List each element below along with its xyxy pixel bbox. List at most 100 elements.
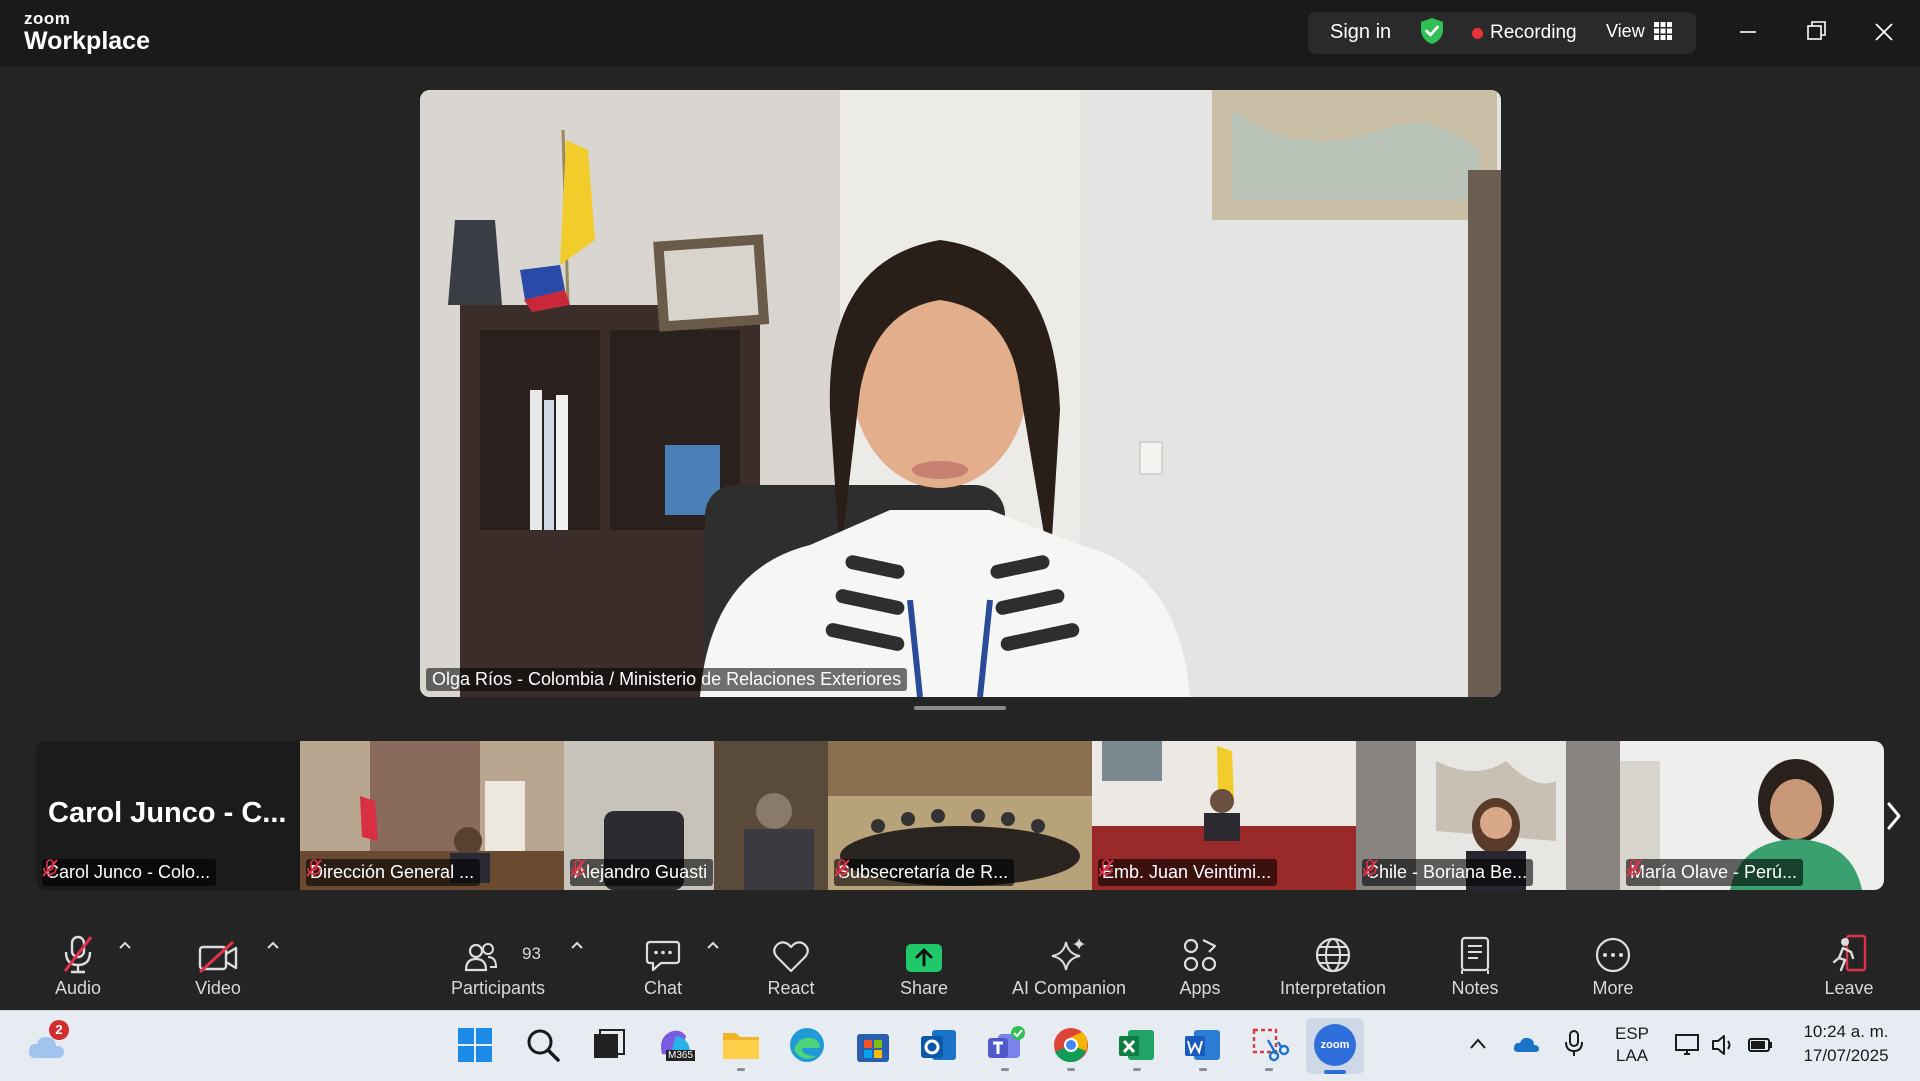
outlook-icon[interactable] [918,1024,960,1066]
ai-companion-button[interactable]: AI Companion [1004,928,1134,999]
microsoft-store-icon[interactable] [852,1024,894,1066]
search-icon[interactable] [522,1024,564,1066]
participant-name-label: Dirección General ... [306,859,481,886]
excel-icon[interactable] [1116,1024,1158,1066]
chevron-right-icon[interactable] [1884,796,1904,836]
task-view-icon[interactable] [588,1024,630,1066]
video-label: Video [195,978,241,998]
m365-copilot-app[interactable]: M365 [654,1024,696,1066]
react-label: React [767,978,815,998]
participant-name: Subsecretaría de R... [838,862,1009,882]
chrome-icon[interactable] [1050,1024,1092,1066]
audio-button[interactable]: Audio [40,928,116,999]
muted-mic-icon [42,859,58,877]
active-indicator [1324,1070,1346,1074]
logo-top: zoom [24,9,71,28]
microphone-icon[interactable] [1562,1028,1586,1058]
participant-tile[interactable]: María Olave - Perú... [1620,741,1884,890]
share-button[interactable]: Share [888,928,960,999]
speaker-video-frame [420,90,1501,697]
clock-time: 10:24 a. m. [1803,1022,1889,1041]
participant-name-label: Subsecretaría de R... [834,859,1015,886]
running-indicator [737,1068,745,1071]
onedrive-cloud-icon[interactable] [1512,1030,1540,1058]
notes-button[interactable]: Notes [1440,928,1510,999]
participant-name-label: Emb. Juan Veintimi... [1098,859,1278,886]
audio-options-chevron-up-icon[interactable] [118,940,132,950]
participant-name: María Olave - Perú... [1630,862,1798,882]
muted-mic-icon [1626,859,1642,877]
file-explorer-icon[interactable] [720,1024,762,1066]
edge-browser-icon[interactable] [786,1024,828,1066]
share-label: Share [899,978,949,998]
running-indicator [1001,1068,1009,1071]
participant-name: Emb. Juan Veintimi... [1102,862,1272,882]
weather-notification-badge: 2 [49,1020,69,1040]
participant-tile[interactable]: Emb. Juan Veintimi... [1092,741,1356,890]
muted-mic-icon [306,859,322,877]
globe-icon [1315,937,1351,973]
participant-name: Carol Junco - Colo... [46,862,211,882]
active-speaker-name: Olga Ríos - Colombia / Ministerio de Rel… [426,668,908,691]
volume-icon[interactable] [1710,1032,1736,1058]
chat-button[interactable]: Chat [630,928,696,999]
sign-in-button[interactable]: Sign in [1330,21,1391,44]
running-indicator [1199,1068,1207,1071]
apps-label: Apps [1179,978,1221,998]
participant-name: Dirección General ... [310,862,475,882]
participant-tile[interactable]: Dirección General ... [300,741,564,890]
chevron-up-icon[interactable] [1468,1034,1488,1054]
close-icon[interactable] [1874,18,1894,48]
zoom-workplace-logo: zoom Workplace [24,10,150,54]
participant-name: Chile - Boriana Be... [1366,862,1528,882]
minimize-icon[interactable] [1738,18,1758,48]
snipping-tool-icon[interactable] [1248,1024,1290,1066]
more-button[interactable]: More [1578,928,1648,999]
clock-date: 17/07/2025 [1803,1046,1889,1065]
grid-view-icon[interactable] [1654,22,1672,40]
word-icon[interactable] [1182,1024,1224,1066]
running-indicator [1133,1068,1141,1071]
muted-mic-icon [63,935,93,974]
recording-indicator[interactable]: Recording [1490,22,1577,44]
restore-icon[interactable] [1806,18,1826,48]
participant-tile[interactable]: Chile - Boriana Be... [1356,741,1620,890]
chat-label: Chat [643,978,683,998]
participant-tile[interactable]: Subsecretaría de R... [828,741,1092,890]
notes-icon [1460,936,1490,974]
windows-start-icon[interactable] [454,1024,496,1066]
network-icon[interactable] [1674,1032,1702,1058]
view-button[interactable]: View [1606,21,1645,42]
leave-button[interactable]: Leave [1814,928,1884,999]
participant-name: Alejandro Guasti [574,862,708,882]
participant-name-label: María Olave - Perú... [1626,859,1804,886]
language-indicator[interactable]: ESP LAA [1612,1024,1652,1066]
interpretation-button[interactable]: Interpretation [1268,928,1398,999]
active-speaker-video[interactable]: Olga Ríos - Colombia / Ministerio de Rel… [420,90,1501,697]
encryption-shield-icon[interactable] [1420,17,1444,45]
react-button[interactable]: React [756,928,826,999]
ai-companion-label: AI Companion [1011,978,1127,998]
clock[interactable]: 10:24 a. m. 17/07/2025 [1794,1022,1898,1066]
participants-options-chevron-up-icon[interactable] [570,940,584,950]
leave-label: Leave [1824,978,1874,998]
chat-options-chevron-up-icon[interactable] [706,940,720,950]
video-button[interactable]: Video [180,928,256,999]
muted-mic-icon [834,859,850,877]
title-bar: zoom Workplace Sign in Recording View [0,0,1920,67]
zoom-taskbar-app[interactable]: zoom [1314,1024,1356,1066]
video-off-icon [198,940,238,974]
participant-tile[interactable]: Carol Junco - C... Carol Junco - Colo... [36,741,300,890]
teams-icon[interactable] [984,1024,1026,1066]
apps-button[interactable]: Apps [1166,928,1234,999]
video-options-chevron-up-icon[interactable] [266,940,280,950]
heart-icon [773,941,809,973]
resize-handle[interactable] [914,706,1006,710]
participant-large-name: Carol Junco - C... [48,797,287,829]
running-indicator [1067,1068,1075,1071]
battery-icon[interactable] [1746,1032,1774,1058]
participant-tile[interactable]: Alejandro Guasti [564,741,828,890]
participants-count: 93 [522,944,541,963]
logo-bottom: Workplace [24,27,150,55]
running-indicator [1265,1068,1273,1071]
